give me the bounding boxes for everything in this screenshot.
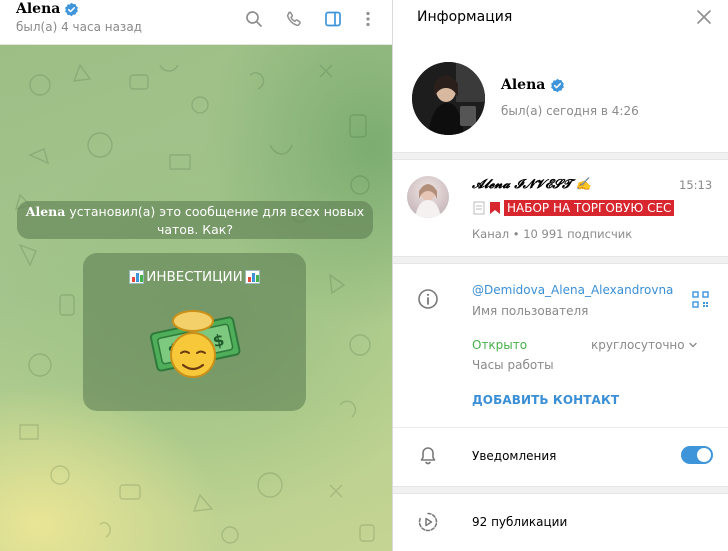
- avatar[interactable]: [412, 62, 485, 135]
- close-icon[interactable]: [695, 8, 713, 26]
- search-icon: [246, 11, 262, 27]
- chart-emoji: [244, 270, 260, 284]
- search-button[interactable]: [243, 8, 265, 30]
- stories-icon: [418, 512, 438, 532]
- channel-avatar[interactable]: [407, 176, 449, 218]
- info-pane: Информация Alena был(а) сегодня в 4:26 𝓐…: [393, 0, 728, 551]
- verified-icon: [551, 78, 565, 92]
- username-link[interactable]: @Demidova_Alena_Alexandrovna: [472, 283, 673, 297]
- intro-title-row: ИНВЕСТИЦИИ: [83, 269, 306, 285]
- profile-status: был(а) сегодня в 4:26: [501, 104, 639, 118]
- avatar-photo: [412, 62, 485, 135]
- info-header-title: Информация: [417, 9, 513, 25]
- channel-subscribers: Канал • 10 991 подписчик: [472, 227, 633, 241]
- channel-name[interactable]: 𝓐𝓵𝓮𝓷𝓪 𝓘𝓝𝓥𝓔𝓢𝓣 ✍: [472, 176, 591, 192]
- chat-title-row[interactable]: Alena: [16, 1, 79, 17]
- chat-name[interactable]: Alena: [16, 1, 60, 17]
- bell-icon: [420, 447, 436, 465]
- hours-dropdown[interactable]: круглосуточно: [591, 338, 698, 352]
- row-divider: [393, 427, 728, 428]
- service-message-name[interactable]: Alena: [26, 204, 66, 219]
- more-vert-icon: [366, 11, 370, 27]
- section-separator: [393, 152, 728, 160]
- money-sticker: $ $: [149, 310, 241, 378]
- document-emoji: [473, 201, 485, 215]
- hours-status: Открыто: [472, 338, 528, 352]
- bookmark-emoji: [490, 202, 500, 214]
- intro-title: ИНВЕСТИЦИИ: [146, 269, 243, 285]
- call-button[interactable]: [283, 8, 305, 30]
- section-separator: [393, 256, 728, 264]
- username-caption: Имя пользователя: [472, 304, 589, 318]
- info-icon: [418, 289, 438, 309]
- posts-count[interactable]: 92 публикации: [472, 515, 567, 529]
- chevron-down-icon: [688, 342, 697, 348]
- chat-wallpaper: Alena установил(а) это сообщение для все…: [0, 45, 392, 551]
- toggle-info-panel-button[interactable]: [322, 8, 344, 30]
- section-separator: [393, 486, 728, 494]
- channel-time: 15:13: [679, 178, 713, 192]
- notifications-toggle[interactable]: [681, 446, 713, 464]
- channel-avatar-photo: [415, 184, 441, 218]
- more-options-button[interactable]: [357, 8, 379, 30]
- side-panel-icon: [325, 11, 341, 27]
- profile-name-row: Alena: [501, 77, 565, 93]
- add-contact-button[interactable]: ДОБАВИТЬ КОНТАКТ: [472, 393, 619, 407]
- chat-status: был(а) 4 часа назад: [16, 20, 142, 34]
- toggle-knob: [697, 448, 711, 462]
- profile-name: Alena: [501, 77, 546, 93]
- service-message[interactable]: Alena установил(а) это сообщение для все…: [17, 201, 373, 239]
- hours-caption: Часы работы: [472, 358, 554, 372]
- channel-preview[interactable]: НАБОР НА ТОРГОВУЮ СЕС: [472, 199, 712, 217]
- service-message-text: установил(а) это сообщение для всех новы…: [65, 204, 365, 237]
- chart-emoji: [129, 270, 145, 284]
- qr-code-icon[interactable]: [692, 291, 709, 308]
- intro-card[interactable]: ИНВЕСТИЦИИ $ $: [83, 253, 306, 411]
- chat-header[interactable]: Alena был(а) 4 часа назад: [0, 0, 392, 45]
- notifications-label: Уведомления: [472, 449, 557, 463]
- verified-icon: [65, 2, 79, 16]
- channel-preview-text: НАБОР НА ТОРГОВУЮ СЕС: [504, 200, 675, 216]
- phone-icon: [286, 11, 301, 27]
- chat-pane: Alena был(а) 4 часа назад Alena установи…: [0, 0, 392, 551]
- hours-value: круглосуточно: [591, 338, 685, 352]
